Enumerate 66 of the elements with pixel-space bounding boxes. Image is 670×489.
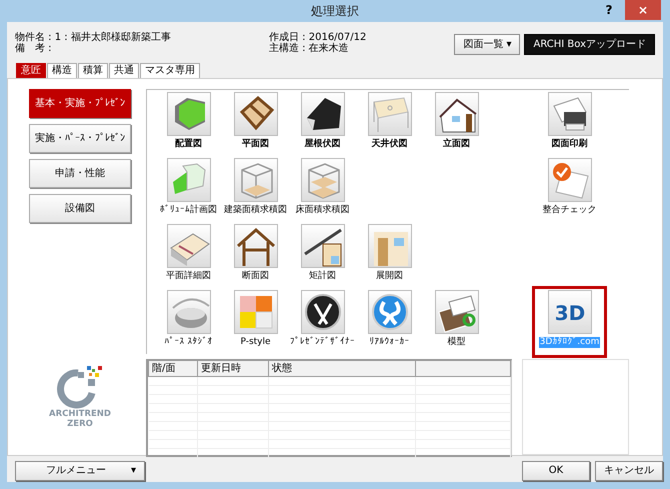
tool-tile[interactable]: ﾊﾟｰｽ ｽﾀｼﾞｵ bbox=[155, 290, 222, 354]
full-menu-button[interactable]: フルメニュー ▾ bbox=[15, 460, 145, 480]
close-button[interactable]: × bbox=[625, 0, 661, 20]
roof-icon bbox=[300, 92, 344, 136]
tab[interactable]: 意匠 bbox=[16, 63, 46, 78]
tool-tile[interactable]: 配置図 bbox=[155, 92, 222, 156]
category-button[interactable]: 申請・性能 bbox=[29, 159, 131, 188]
logo-icon bbox=[56, 363, 104, 409]
ok-button[interactable]: OK bbox=[522, 460, 590, 480]
tool-tile[interactable]: 断面図 bbox=[222, 224, 289, 288]
column-header: 状態 bbox=[268, 361, 416, 376]
cancel-button[interactable]: キャンセル bbox=[595, 460, 663, 480]
frame-box-icon bbox=[300, 158, 344, 202]
floor-plan-icon bbox=[234, 92, 278, 136]
info-text: 備 考 : bbox=[15, 43, 53, 54]
logo-text: 3D bbox=[554, 301, 585, 325]
volume-icon bbox=[166, 158, 210, 202]
frame-section-icon bbox=[234, 224, 278, 268]
column-header: 更新日時 bbox=[198, 361, 268, 376]
caret-icon: ▾ bbox=[130, 463, 136, 478]
tool-tile[interactable]: 模型 bbox=[423, 290, 490, 354]
eaves-section-icon bbox=[300, 224, 344, 268]
tool-tile[interactable]: 天井伏図 bbox=[356, 92, 423, 156]
tool-tile[interactable]: 立面図 bbox=[423, 92, 490, 156]
tab[interactable]: マスタ専用 bbox=[140, 63, 200, 78]
category-button[interactable]: 設備図 bbox=[29, 194, 131, 223]
tool-tile[interactable]: 平面詳細図 bbox=[155, 224, 222, 288]
tool-tile[interactable]: 展開図 bbox=[356, 224, 423, 288]
info-text: 作成日 : 2016/07/12 bbox=[269, 32, 366, 43]
tab[interactable]: 共通 bbox=[109, 63, 139, 78]
tool-tile[interactable]: 床面積求積図 bbox=[289, 158, 356, 222]
house-icon bbox=[434, 92, 478, 136]
floor-detail-icon bbox=[166, 224, 210, 268]
tool-tile[interactable]: 平面図 bbox=[222, 92, 289, 156]
category-button[interactable]: 実施・ﾊﾟｰｽ・ﾌﾟﾚｾﾞﾝ bbox=[29, 124, 131, 153]
upload-button[interactable]: ARCHI Boxアップロード bbox=[524, 34, 655, 55]
tool-tile[interactable]: ﾌﾟﾚｾﾞﾝﾃﾞｻﾞｲﾅｰ bbox=[289, 290, 356, 354]
frame-box-icon bbox=[234, 158, 278, 202]
tool-tile[interactable]: 建築面積求積図 bbox=[222, 158, 289, 222]
tool-tile[interactable]: 屋根伏図 bbox=[289, 92, 356, 156]
info-text: 物件名 : 1 : 福井太郎様邸新築工事 bbox=[15, 32, 172, 43]
check-icon bbox=[548, 158, 592, 202]
site-plan-icon bbox=[166, 92, 210, 136]
tool-tile[interactable]: ﾎﾞﾘｭｰﾑ計画図 bbox=[155, 158, 222, 222]
column-header: 階/面 bbox=[148, 361, 198, 376]
tool-tile[interactable]: 3D 3Dｶﾀﾛｸﾞ.com bbox=[536, 290, 603, 354]
printer-icon bbox=[548, 92, 592, 136]
tool-tile[interactable]: P-style bbox=[222, 290, 289, 354]
bowl-icon bbox=[166, 290, 210, 334]
window-title: 処理選択 bbox=[311, 3, 359, 20]
tiles-icon bbox=[234, 290, 278, 334]
info-text: 主構造 : 在来木造 bbox=[269, 43, 350, 54]
category-button[interactable]: 基本・実施・ﾌﾟﾚｾﾞﾝ bbox=[29, 89, 131, 118]
logo-text: ARCHITREND bbox=[49, 409, 111, 419]
help-button[interactable]: ? bbox=[599, 0, 619, 20]
tool-tile[interactable]: ﾘｱﾙｳｫｰｶｰ bbox=[356, 290, 423, 354]
ceiling-icon bbox=[368, 92, 412, 136]
model-sheet-icon bbox=[434, 290, 478, 334]
tab[interactable]: 積算 bbox=[78, 63, 108, 78]
interior-elevation-icon bbox=[368, 224, 412, 268]
tab[interactable]: 構造 bbox=[47, 63, 77, 78]
tool-tile[interactable]: 整合チェック bbox=[536, 158, 603, 222]
drawing-list-button[interactable]: 図面一覧 ▾ bbox=[454, 34, 520, 55]
tool-tile[interactable]: 矩計図 bbox=[289, 224, 356, 288]
logo-text: ZERO bbox=[67, 419, 93, 429]
tool-tile[interactable]: 図面印刷 bbox=[536, 92, 603, 156]
